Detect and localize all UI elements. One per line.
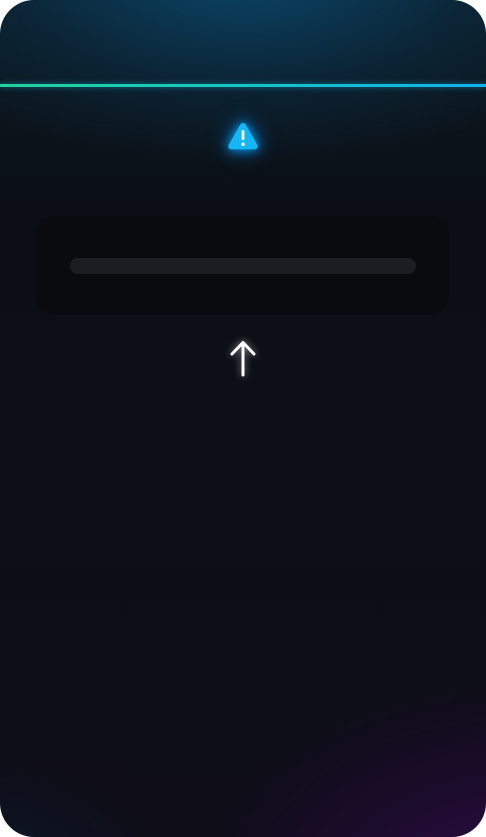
warning-triangle-icon bbox=[228, 123, 258, 150]
up-arrow-icon[interactable] bbox=[228, 338, 258, 378]
top-accent-line bbox=[0, 84, 486, 87]
loading-placeholder-bar bbox=[70, 258, 416, 274]
input-card[interactable] bbox=[36, 216, 449, 315]
app-screen bbox=[0, 0, 486, 837]
